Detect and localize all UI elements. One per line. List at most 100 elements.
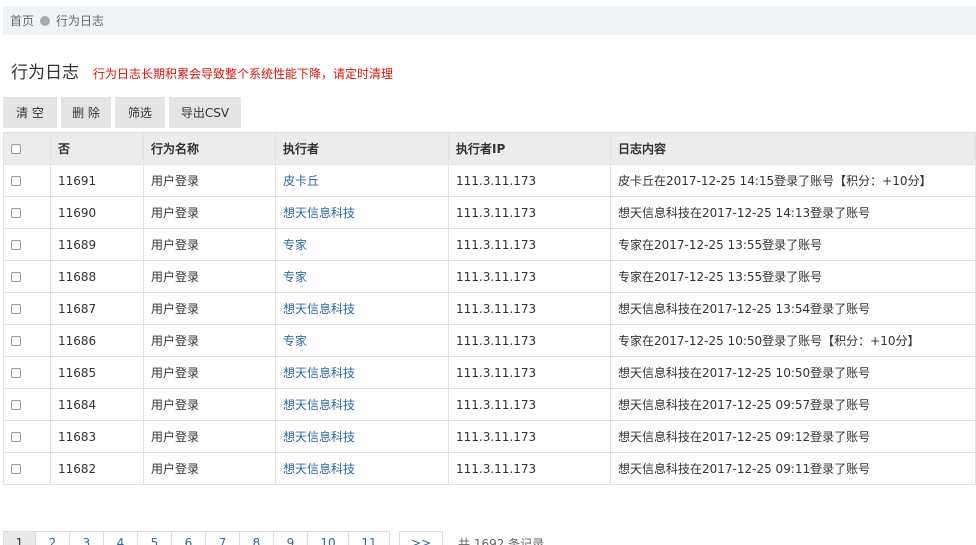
cell-action: 用户登录 xyxy=(143,292,276,325)
cell-id: 11690 xyxy=(50,196,144,229)
row-checkbox[interactable] xyxy=(11,336,21,346)
cell-user-link[interactable]: 想天信息科技 xyxy=(275,420,449,453)
warning-text: 行为日志长期积累会导致整个系统性能下降，请定时清理 xyxy=(93,67,394,81)
page-button[interactable]: 4 xyxy=(103,531,138,545)
row-checkbox[interactable] xyxy=(11,176,21,186)
cell-id: 11691 xyxy=(50,164,144,197)
title-row: 行为日志 行为日志长期积累会导致整个系统性能下降，请定时清理 xyxy=(11,58,393,83)
cell-id: 11683 xyxy=(50,420,144,453)
row-select-cell[interactable] xyxy=(3,196,51,229)
header-content: 日志内容 xyxy=(610,132,976,165)
page-button[interactable]: 3 xyxy=(69,531,104,545)
cell-user-link[interactable]: 专家 xyxy=(275,260,449,293)
cell-user-link[interactable]: 专家 xyxy=(275,228,449,261)
row-select-cell[interactable] xyxy=(3,292,51,325)
page-button[interactable]: 9 xyxy=(273,531,308,545)
cell-ip: 111.3.11.173 xyxy=(448,292,611,325)
table-row: 11689 用户登录 专家 111.3.11.173 专家在2017-12-25 13:… xyxy=(3,228,976,261)
export-csv-button[interactable]: 导出CSV xyxy=(169,97,241,128)
table-row: 11686 用户登录 专家 111.3.11.173 专家在2017-12-25 10:… xyxy=(3,324,976,357)
cell-id: 11682 xyxy=(50,452,144,485)
cell-id: 11684 xyxy=(50,388,144,421)
cell-ip: 111.3.11.173 xyxy=(448,388,611,421)
cell-content: 想天信息科技在2017-12-25 09:57登录了账号 xyxy=(610,388,976,421)
cell-content: 想天信息科技在2017-12-25 13:54登录了账号 xyxy=(610,292,976,325)
row-select-cell[interactable] xyxy=(3,260,51,293)
header-action: 行为名称 xyxy=(143,132,276,165)
cell-user-link[interactable]: 皮卡丘 xyxy=(275,164,449,197)
breadcrumb-home[interactable]: 首页 xyxy=(10,12,34,29)
cell-id: 11686 xyxy=(50,324,144,357)
cell-ip: 111.3.11.173 xyxy=(448,324,611,357)
breadcrumb-current: 行为日志 xyxy=(56,14,105,28)
select-all-checkbox[interactable] xyxy=(11,144,21,154)
breadcrumb: 首页 行为日志 xyxy=(3,6,976,35)
row-checkbox[interactable] xyxy=(11,208,21,218)
page-button[interactable]: 10 xyxy=(307,531,349,545)
row-checkbox[interactable] xyxy=(11,400,21,410)
row-checkbox[interactable] xyxy=(11,464,21,474)
page-button[interactable]: 2 xyxy=(35,531,70,545)
cell-action: 用户登录 xyxy=(143,324,276,357)
row-select-cell[interactable] xyxy=(3,356,51,389)
cell-id: 11687 xyxy=(50,292,144,325)
header-ip: 执行者IP xyxy=(448,132,611,165)
select-all-cell[interactable] xyxy=(3,132,51,165)
cell-content: 想天信息科技在2017-12-25 14:13登录了账号 xyxy=(610,196,976,229)
table-row: 11683 用户登录 想天信息科技 111.3.11.173 想天信息科技在2017-1… xyxy=(3,420,976,453)
cell-action: 用户登录 xyxy=(143,228,276,261)
delete-button[interactable]: 删 除 xyxy=(61,97,111,128)
cell-action: 用户登录 xyxy=(143,452,276,485)
cell-user-link[interactable]: 想天信息科技 xyxy=(275,292,449,325)
filter-button[interactable]: 筛选 xyxy=(115,97,165,128)
table-header-row: 否 行为名称 执行者 执行者IP 日志内容 xyxy=(3,132,976,165)
next-page-button[interactable]: >> xyxy=(399,531,443,545)
log-table: 否 行为名称 执行者 执行者IP 日志内容 11691 用户登录 皮卡丘 111.3.… xyxy=(3,132,976,485)
table-row: 11691 用户登录 皮卡丘 111.3.11.173 皮卡丘在2017-12-25 1… xyxy=(3,164,976,197)
page-title: 行为日志 xyxy=(11,63,79,83)
row-select-cell[interactable] xyxy=(3,420,51,453)
cell-user-link[interactable]: 想天信息科技 xyxy=(275,196,449,229)
cell-action: 用户登录 xyxy=(143,196,276,229)
cell-ip: 111.3.11.173 xyxy=(448,452,611,485)
row-select-cell[interactable] xyxy=(3,324,51,357)
page-button[interactable]: 6 xyxy=(171,531,206,545)
cell-content: 想天信息科技在2017-12-25 09:12登录了账号 xyxy=(610,420,976,453)
clear-button[interactable]: 清 空 xyxy=(3,97,57,128)
table-row: 11685 用户登录 想天信息科技 111.3.11.173 想天信息科技在2017-1… xyxy=(3,356,976,389)
cell-action: 用户登录 xyxy=(143,164,276,197)
row-checkbox[interactable] xyxy=(11,240,21,250)
row-checkbox[interactable] xyxy=(11,272,21,282)
breadcrumb-separator-icon xyxy=(40,15,51,26)
row-select-cell[interactable] xyxy=(3,452,51,485)
cell-user-link[interactable]: 想天信息科技 xyxy=(275,388,449,421)
row-checkbox[interactable] xyxy=(11,304,21,314)
page-button[interactable]: 1 xyxy=(3,531,36,545)
cell-content: 专家在2017-12-25 13:55登录了账号 xyxy=(610,260,976,293)
row-select-cell[interactable] xyxy=(3,228,51,261)
cell-id: 11688 xyxy=(50,260,144,293)
cell-user-link[interactable]: 想天信息科技 xyxy=(275,452,449,485)
row-checkbox[interactable] xyxy=(11,368,21,378)
row-select-cell[interactable] xyxy=(3,164,51,197)
table-row: 11690 用户登录 想天信息科技 111.3.11.173 想天信息科技在2017-1… xyxy=(3,196,976,229)
header-id: 否 xyxy=(50,132,144,165)
cell-ip: 111.3.11.173 xyxy=(448,164,611,197)
cell-content: 专家在2017-12-25 13:55登录了账号 xyxy=(610,228,976,261)
page-button[interactable]: 11 xyxy=(348,531,390,545)
row-select-cell[interactable] xyxy=(3,388,51,421)
cell-user-link[interactable]: 想天信息科技 xyxy=(275,356,449,389)
header-user: 执行者 xyxy=(275,132,449,165)
cell-action: 用户登录 xyxy=(143,260,276,293)
table-row: 11682 用户登录 想天信息科技 111.3.11.173 想天信息科技在2017-1… xyxy=(3,452,976,485)
cell-content: 想天信息科技在2017-12-25 10:50登录了账号 xyxy=(610,356,976,389)
page-button[interactable]: 5 xyxy=(137,531,172,545)
page-button[interactable]: 8 xyxy=(239,531,274,545)
cell-ip: 111.3.11.173 xyxy=(448,356,611,389)
toolbar: 清 空 删 除 筛选 导出CSV xyxy=(3,97,245,128)
cell-user-link[interactable]: 专家 xyxy=(275,324,449,357)
total-records: 共 1692 条记录 xyxy=(458,536,545,545)
page-button[interactable]: 7 xyxy=(205,531,240,545)
row-checkbox[interactable] xyxy=(11,432,21,442)
cell-ip: 111.3.11.173 xyxy=(448,196,611,229)
